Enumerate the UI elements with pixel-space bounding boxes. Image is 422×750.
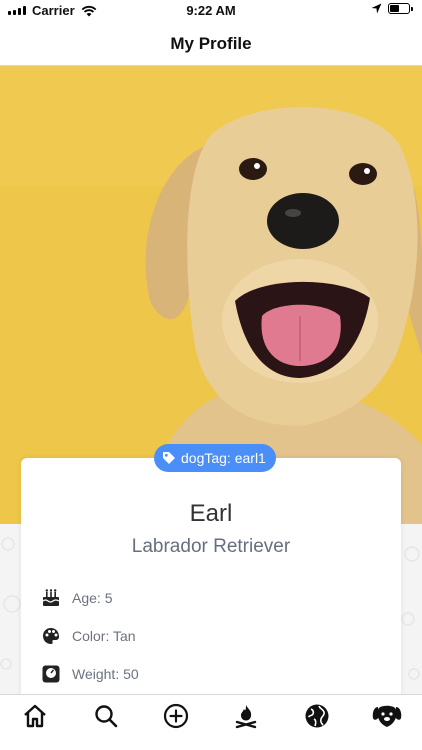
weight-label: Weight: 50 [72,666,139,682]
palette-icon [40,625,62,647]
battery-fill [390,5,399,12]
status-right [371,3,413,14]
dog-name: Earl [189,500,233,527]
detail-row-weight: Weight: 50 [40,663,139,685]
detail-row-color: Color: Tan [40,625,136,647]
add-circle-icon [163,703,189,729]
tab-explore[interactable] [302,701,332,731]
home-icon [24,704,46,728]
tab-profile[interactable] [372,701,402,731]
search-icon [95,705,118,728]
birthday-cake-icon [40,587,62,609]
weight-scale-icon [40,663,62,685]
globe-icon [305,704,329,728]
detail-row-age: Age: 5 [40,587,112,609]
dog-face-icon [372,705,402,727]
tab-search[interactable] [91,701,121,731]
nav-bar: My Profile [0,22,422,66]
status-bar: Carrier 9:22 AM [0,0,422,22]
dog-tag-badge[interactable]: dogTag: earl1 [154,444,276,472]
age-label: Age: 5 [72,590,113,606]
page-title: My Profile [170,33,252,53]
tab-bar [0,694,422,750]
dog-tag-label: dogTag: earl1 [181,450,266,466]
tab-home[interactable] [20,701,50,731]
campfire-icon [235,705,257,729]
location-arrow-icon [371,3,382,14]
color-label: Color: Tan [72,628,136,644]
tab-campfire[interactable] [231,701,261,731]
tag-icon [163,452,175,464]
status-time: 9:22 AM [186,3,236,18]
battery-icon [388,3,413,14]
dog-breed: Labrador Retriever [131,536,291,557]
tab-add[interactable] [161,701,191,731]
